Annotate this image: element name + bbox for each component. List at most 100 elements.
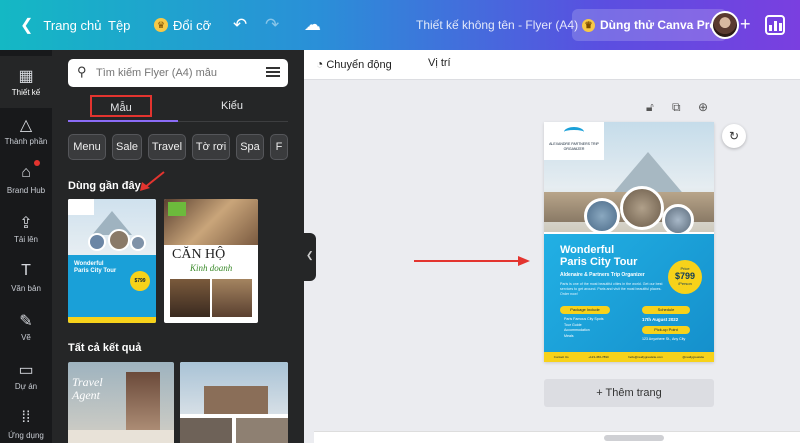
template-search[interactable]: ⚲ xyxy=(68,59,288,87)
position-button[interactable]: Vị trí xyxy=(428,57,451,69)
template-thumb-travel-agent[interactable]: Travel Agent xyxy=(68,362,174,443)
shapes-icon: △ xyxy=(19,117,33,134)
rail-label: Brand Hub xyxy=(6,186,46,195)
rail-label: Thiết kế xyxy=(11,88,41,97)
try-pro-label: Dùng thử Canva Pro xyxy=(600,18,717,32)
active-tab-indicator xyxy=(68,120,178,122)
rail-item-projects[interactable]: ▭ Dự án xyxy=(0,350,52,402)
animate-button[interactable]: ◔ Chuyển động xyxy=(316,57,392,71)
chip-more[interactable]: F xyxy=(270,134,288,160)
rail-item-text[interactable]: T Văn bản xyxy=(0,252,52,304)
schedule-date: 17th August 2022 xyxy=(642,317,679,322)
rail-item-elements[interactable]: △ Thành phần xyxy=(0,105,52,157)
flyer-footer: Contact Us +123-456-7890 hello@reallygreat… xyxy=(544,352,714,362)
search-input[interactable] xyxy=(96,63,256,83)
home-button[interactable]: ❮ Trang chủ xyxy=(12,0,109,50)
red-arrow-annotation xyxy=(414,256,530,266)
rail-label: Tải lên xyxy=(13,235,38,244)
collapse-panel-handle[interactable]: ❮ xyxy=(303,233,316,281)
thumb-headline: Wonderful Paris City Tour xyxy=(74,261,117,274)
rail-item-uploads[interactable]: ⇪ Tải lên xyxy=(0,203,52,255)
thumb3-text: Travel Agent xyxy=(72,375,103,402)
package-label: Package Include xyxy=(560,306,610,314)
red-arrow-annotation xyxy=(140,171,165,191)
all-results-title: Tất cả kết quả xyxy=(68,342,142,354)
photo-circle xyxy=(620,186,664,230)
brand-hub-icon: ⌂ xyxy=(21,164,31,181)
folder-icon: ▭ xyxy=(18,362,34,379)
insights-icon[interactable] xyxy=(765,15,785,35)
rail-item-brand-hub[interactable]: ⌂ Brand Hub xyxy=(0,154,52,206)
pickup-label: Pick-up Point xyxy=(642,326,690,334)
top-bar: ❮ Trang chủ Tệp ♛ Đổi cỡ ↶ ↷ ☁ Thiết kế … xyxy=(0,0,800,50)
undo-icon[interactable]: ↶ xyxy=(225,0,255,50)
tab-styles[interactable]: Kiểu xyxy=(207,95,257,117)
resize-label: Đổi cỡ xyxy=(173,17,212,33)
canvas-toolbar: ◔ Chuyển động Vị trí xyxy=(304,50,800,80)
text-icon: T xyxy=(21,262,31,279)
animate-label: Chuyển động xyxy=(326,59,392,71)
rail-label: Vẽ xyxy=(21,333,31,342)
search-icon: ⚲ xyxy=(77,64,87,79)
crown-icon: ♛ xyxy=(154,18,168,32)
template-thumb-apartment[interactable]: CĂN HỘ Kinh doanh xyxy=(164,199,258,323)
crown-icon: ♛ xyxy=(582,18,595,32)
rail-item-design[interactable]: ▦ Thiết kế xyxy=(0,56,52,108)
template-thumb-house[interactable] xyxy=(180,362,288,443)
flyer-body: Paris is one of the most beautiful citie… xyxy=(560,282,663,296)
photo-circle xyxy=(662,204,694,236)
chevron-left-icon: ❮ xyxy=(20,17,34,34)
brand-logo: ALEXANDRE PARTNERS TRIP ORGANIZER xyxy=(544,122,604,160)
refresh-icon[interactable]: ↻ xyxy=(722,124,746,148)
rail-label: Thành phần xyxy=(4,137,48,146)
add-page-icon[interactable]: ⊕ xyxy=(698,100,708,114)
redo-icon[interactable]: ↷ xyxy=(257,0,287,50)
resize-button[interactable]: ♛ Đổi cỡ xyxy=(146,0,219,50)
recent-section-title: Dùng gần đây xyxy=(68,180,141,192)
chip-menu[interactable]: Menu xyxy=(68,134,106,160)
add-page-button[interactable]: + Thêm trang xyxy=(544,379,714,407)
thumb2-subtitle: Kinh doanh xyxy=(190,263,233,273)
price-badge: Price $799 /Person xyxy=(668,260,702,294)
scrollbar-thumb[interactable] xyxy=(604,435,664,441)
animate-icon: ◔ xyxy=(316,57,324,71)
apps-icon: ⁞⁞ xyxy=(21,409,31,426)
share-add-icon[interactable]: + xyxy=(740,14,751,35)
horizontal-scrollbar[interactable] xyxy=(314,431,800,443)
pickup-address: 123 Anywhere St., Any City xyxy=(642,337,686,341)
left-rail: ▦ Thiết kế △ Thành phần ⌂ Brand Hub ⇪ Tả… xyxy=(0,50,52,443)
try-pro-button[interactable]: ♛ Dùng thử Canva Pro xyxy=(572,9,727,41)
schedule-label: Schedule xyxy=(642,306,690,314)
rail-label: Văn bản xyxy=(11,284,41,293)
lock-icon[interactable]: 🔓︎ xyxy=(646,100,654,115)
chevron-left-icon: ❮ xyxy=(306,250,314,260)
flyer-headline: Wonderful Paris City Tour xyxy=(560,244,638,268)
templates-panel: ⚲ Mẫu Kiểu Menu Sale Travel Tờ rơi Spa F… xyxy=(52,50,304,443)
rail-label: Ứng dụng xyxy=(8,431,44,440)
tab-templates[interactable]: Mẫu xyxy=(90,95,152,117)
file-menu-button[interactable]: Tệp xyxy=(100,0,138,50)
package-list: Paris Famous City Spots Tour Guide Accommo… xyxy=(564,317,604,338)
chip-flyer[interactable]: Tờ rơi xyxy=(192,134,230,160)
avatar[interactable] xyxy=(711,11,739,39)
design-page[interactable]: ALEXANDRE PARTNERS TRIP ORGANIZER Wonder… xyxy=(544,122,714,362)
document-title[interactable]: Thiết kế không tên - Flyer (A4) xyxy=(408,0,586,50)
cloud-save-icon[interactable]: ☁ xyxy=(296,0,329,50)
layout-icon: ▦ xyxy=(18,68,34,85)
thumb-price-badge: $799 xyxy=(130,271,150,291)
home-label: Trang chủ xyxy=(43,17,102,33)
filter-icon[interactable] xyxy=(266,65,280,79)
rail-label: Dự án xyxy=(14,382,38,391)
duplicate-icon[interactable]: ⧉ xyxy=(672,100,681,115)
rail-item-draw[interactable]: ✎ Vẽ xyxy=(0,301,52,353)
rail-item-apps[interactable]: ⁞⁞ Ứng dụng xyxy=(0,399,52,443)
upload-icon: ⇪ xyxy=(19,215,33,232)
chip-spa[interactable]: Spa xyxy=(236,134,264,160)
chip-sale[interactable]: Sale xyxy=(112,134,142,160)
flyer-subhead: Aldenaire & Partners Trip Organizer xyxy=(560,272,645,278)
photo-circle xyxy=(584,198,620,234)
template-thumb-paris[interactable]: Wonderful Paris City Tour $799 xyxy=(68,199,156,323)
thumb2-title: CĂN HỘ xyxy=(172,247,226,262)
draw-icon: ✎ xyxy=(19,313,33,330)
chip-travel[interactable]: Travel xyxy=(148,134,186,160)
